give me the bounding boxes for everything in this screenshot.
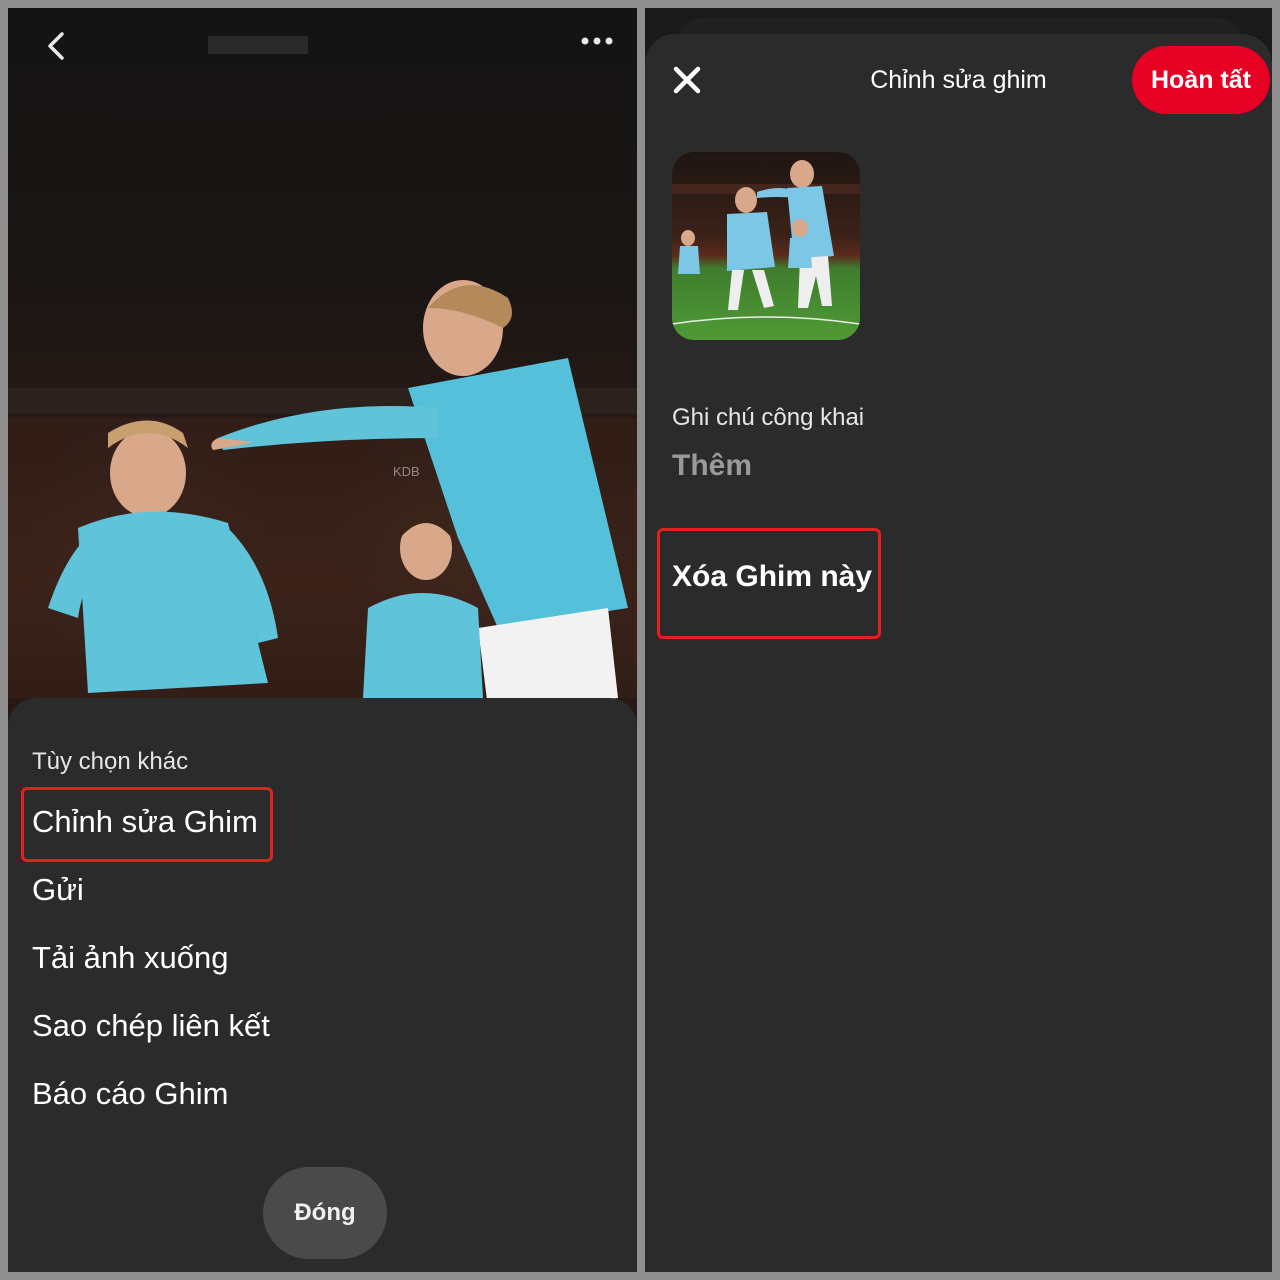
- pin-options-screen: KDB Tùy chọn khác Chỉnh sửa Ghim Gửi Tải…: [8, 8, 637, 1272]
- svg-text:KDB: KDB: [393, 464, 420, 479]
- football-players-illustration: KDB: [8, 36, 637, 708]
- public-note-input[interactable]: Thêm: [672, 449, 752, 483]
- public-note-label: Ghi chú công khai: [672, 404, 865, 431]
- menu-item-download-image[interactable]: Tải ảnh xuống: [32, 939, 228, 976]
- edit-pin-screen: Chỉnh sửa ghim Hoàn tất Ghi chú công kha: [645, 8, 1272, 1272]
- options-sheet-title: Tùy chọn khác: [32, 748, 189, 775]
- menu-item-report-pin[interactable]: Báo cáo Ghim: [32, 1075, 228, 1112]
- options-sheet: Tùy chọn khác Chỉnh sửa Ghim Gửi Tải ảnh…: [8, 698, 637, 1272]
- delete-pin-button[interactable]: Xóa Ghim này: [672, 560, 872, 594]
- done-button[interactable]: Hoàn tất: [1132, 46, 1270, 114]
- menu-item-copy-link[interactable]: Sao chép liên kết: [32, 1007, 270, 1044]
- pin-thumbnail: [672, 152, 860, 340]
- close-button[interactable]: Đóng: [263, 1167, 387, 1259]
- menu-item-edit-pin[interactable]: Chỉnh sửa Ghim: [32, 803, 258, 840]
- chevron-left-icon[interactable]: [42, 28, 72, 64]
- more-horizontal-icon[interactable]: [578, 26, 618, 56]
- edit-pin-sheet: Chỉnh sửa ghim Hoàn tất Ghi chú công kha: [645, 34, 1272, 1272]
- menu-item-send[interactable]: Gửi: [32, 871, 84, 908]
- pin-photo[interactable]: KDB: [8, 8, 637, 728]
